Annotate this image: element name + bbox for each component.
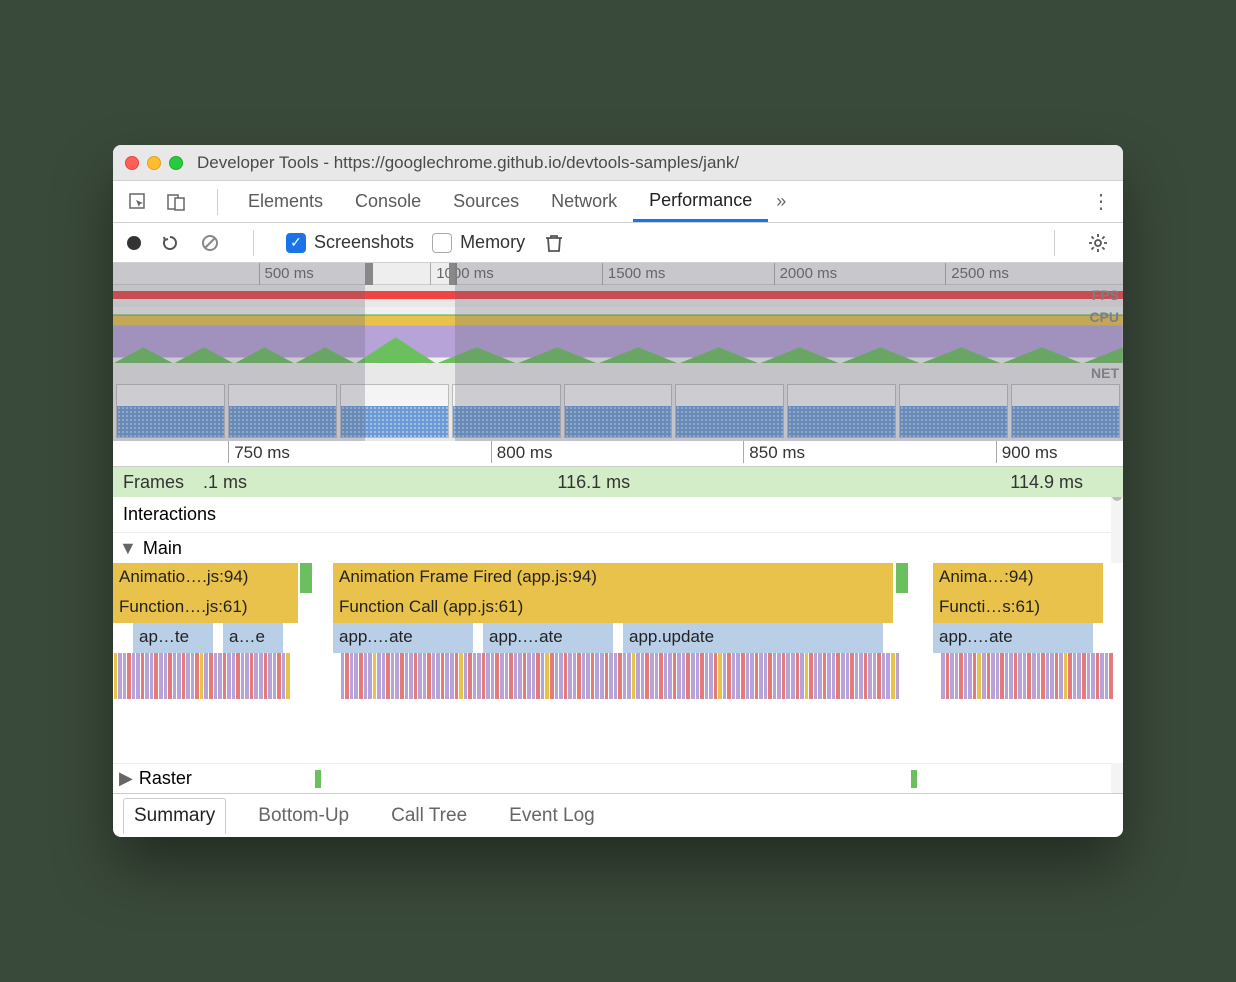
screenshot-thumb[interactable]: [340, 384, 449, 438]
screenshots-label: Screenshots: [314, 232, 414, 253]
flame-event[interactable]: ap…te: [133, 623, 213, 653]
main-flame-chart[interactable]: Animatio….js:94) Animation Frame Fired (…: [113, 563, 1123, 763]
overview-ruler[interactable]: 500 ms 1000 ms 1500 ms 2000 ms 2500 ms: [113, 263, 1123, 285]
screenshot-thumb[interactable]: [675, 384, 784, 438]
fps-lane: FPS: [113, 285, 1123, 307]
titlebar: Developer Tools - https://googlechrome.g…: [113, 145, 1123, 181]
frame-duration: 116.1 ms: [557, 472, 630, 493]
flame-event[interactable]: Animation Frame Fired (app.js:94): [333, 563, 893, 593]
flame-event[interactable]: Function Call (app.js:61): [333, 593, 893, 623]
frame-duration: .1 ms: [203, 472, 247, 493]
raster-track-header[interactable]: ▶ Raster: [113, 763, 1123, 793]
checkbox-off-icon: [432, 233, 452, 253]
tab-performance[interactable]: Performance: [633, 181, 768, 222]
perf-toolbar: ✓ Screenshots Memory: [113, 223, 1123, 263]
ruler-tick: 800 ms: [497, 443, 553, 463]
record-button[interactable]: [127, 236, 141, 250]
traffic-lights: [125, 156, 183, 170]
frames-track[interactable]: Frames .1 ms 116.1 ms 114.9 ms: [113, 467, 1123, 497]
flame-event[interactable]: a…e: [223, 623, 283, 653]
screenshot-thumb[interactable]: [787, 384, 896, 438]
flame-event[interactable]: app.…ate: [333, 623, 473, 653]
ruler-tick: 750 ms: [234, 443, 290, 463]
flame-event[interactable]: Anima…:94): [933, 563, 1103, 593]
screenshot-thumb[interactable]: [116, 384, 225, 438]
minimize-icon[interactable]: [147, 156, 161, 170]
flame-micro-row[interactable]: [113, 681, 1113, 699]
main-track-header[interactable]: ▼ Main: [113, 533, 1123, 563]
flame-event[interactable]: Functi…s:61): [933, 593, 1103, 623]
tab-elements[interactable]: Elements: [232, 181, 339, 222]
flame-event[interactable]: Animatio….js:94): [113, 563, 298, 593]
screenshot-thumb[interactable]: [1011, 384, 1120, 438]
disclosure-triangle-icon[interactable]: ▼: [119, 538, 137, 559]
screenshot-thumb[interactable]: [228, 384, 337, 438]
frame-duration: 114.9 ms: [1010, 472, 1083, 493]
device-toolbar-icon[interactable]: [165, 192, 187, 212]
flame-event[interactable]: [300, 563, 312, 593]
overview-pane[interactable]: 500 ms 1000 ms 1500 ms 2000 ms 2500 ms F…: [113, 263, 1123, 441]
flame-event[interactable]: [896, 563, 908, 593]
more-tabs-icon[interactable]: »: [776, 191, 786, 212]
zoom-icon[interactable]: [169, 156, 183, 170]
flame-chart-pane[interactable]: 750 ms 800 ms 850 ms 900 ms Frames .1 ms…: [113, 441, 1123, 793]
tab-network[interactable]: Network: [535, 181, 633, 222]
flame-event[interactable]: Function….js:61): [113, 593, 298, 623]
viewport-handle-right[interactable]: [449, 263, 457, 285]
tab-event-log[interactable]: Event Log: [499, 799, 605, 833]
ruler-tick: 2500 ms: [951, 265, 1009, 282]
flame-event[interactable]: app.…ate: [483, 623, 613, 653]
kebab-menu-icon[interactable]: ⋮: [1091, 189, 1109, 214]
tab-summary[interactable]: Summary: [123, 798, 226, 834]
screenshot-thumb[interactable]: [564, 384, 673, 438]
flame-micro-row[interactable]: [113, 653, 1113, 681]
memory-label: Memory: [460, 232, 525, 253]
tab-call-tree[interactable]: Call Tree: [381, 799, 477, 833]
reload-record-icon[interactable]: [159, 232, 181, 254]
screenshot-thumb[interactable]: [899, 384, 1008, 438]
disclosure-triangle-icon[interactable]: ▶: [119, 768, 133, 789]
net-label: NET: [1091, 365, 1119, 381]
cpu-label: CPU: [1089, 309, 1119, 325]
ruler-tick: 1500 ms: [608, 265, 666, 282]
fps-label: FPS: [1092, 287, 1119, 303]
screenshots-checkbox[interactable]: ✓ Screenshots: [286, 232, 414, 253]
gear-icon[interactable]: [1087, 232, 1109, 254]
interactions-label: Interactions: [123, 504, 216, 525]
tab-bottom-up[interactable]: Bottom-Up: [248, 799, 359, 833]
close-icon[interactable]: [125, 156, 139, 170]
memory-checkbox[interactable]: Memory: [432, 232, 525, 253]
ruler-tick: 900 ms: [1002, 443, 1058, 463]
detail-ruler[interactable]: 750 ms 800 ms 850 ms 900 ms: [113, 441, 1123, 467]
screenshot-strip[interactable]: [113, 381, 1123, 441]
checkbox-on-icon: ✓: [286, 233, 306, 253]
viewport-handle-left[interactable]: [365, 263, 373, 285]
trash-icon[interactable]: [543, 232, 565, 254]
ruler-tick: 2000 ms: [780, 265, 838, 282]
interactions-track[interactable]: Interactions: [113, 497, 1123, 533]
details-tabs: Summary Bottom-Up Call Tree Event Log: [113, 793, 1123, 837]
window-title: Developer Tools - https://googlechrome.g…: [197, 153, 739, 173]
ruler-tick: 1000 ms: [436, 265, 494, 282]
raster-label: Raster: [139, 768, 192, 789]
devtools-window: Developer Tools - https://googlechrome.g…: [113, 145, 1123, 837]
net-lane: NET: [113, 363, 1123, 381]
raster-event[interactable]: [315, 770, 321, 788]
main-label: Main: [143, 538, 182, 559]
screenshot-thumb[interactable]: [452, 384, 561, 438]
tab-console[interactable]: Console: [339, 181, 437, 222]
ruler-tick: 500 ms: [265, 265, 314, 282]
flame-event[interactable]: app.update: [623, 623, 883, 653]
cpu-lane: CPU: [113, 307, 1123, 363]
panel-tabs: Elements Console Sources Network Perform…: [113, 181, 1123, 223]
flame-event[interactable]: app.…ate: [933, 623, 1093, 653]
clear-icon[interactable]: [199, 232, 221, 254]
ruler-tick: 850 ms: [749, 443, 805, 463]
tab-sources[interactable]: Sources: [437, 181, 535, 222]
inspect-element-icon[interactable]: [127, 192, 149, 212]
raster-event[interactable]: [911, 770, 917, 788]
